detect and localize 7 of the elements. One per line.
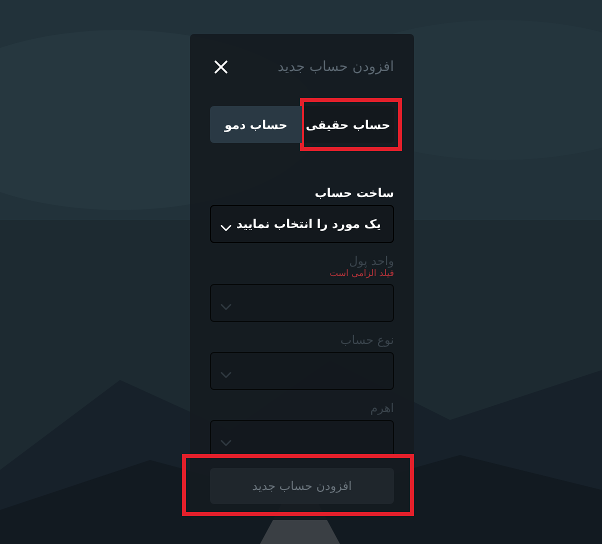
dialog-title: افزودن حساب جدید [278, 58, 394, 76]
error-message: فیلد الزامی است [328, 269, 394, 280]
field-label: ساخت حساب [314, 185, 394, 201]
account-tab[interactable]: حساب دمو [210, 106, 302, 143]
account-tab[interactable]: حساب حقیقی [302, 106, 394, 143]
select-field[interactable]: یک مورد را انتخاب نمایید [210, 205, 394, 243]
select-value: یک مورد را انتخاب نمایید [236, 216, 381, 233]
